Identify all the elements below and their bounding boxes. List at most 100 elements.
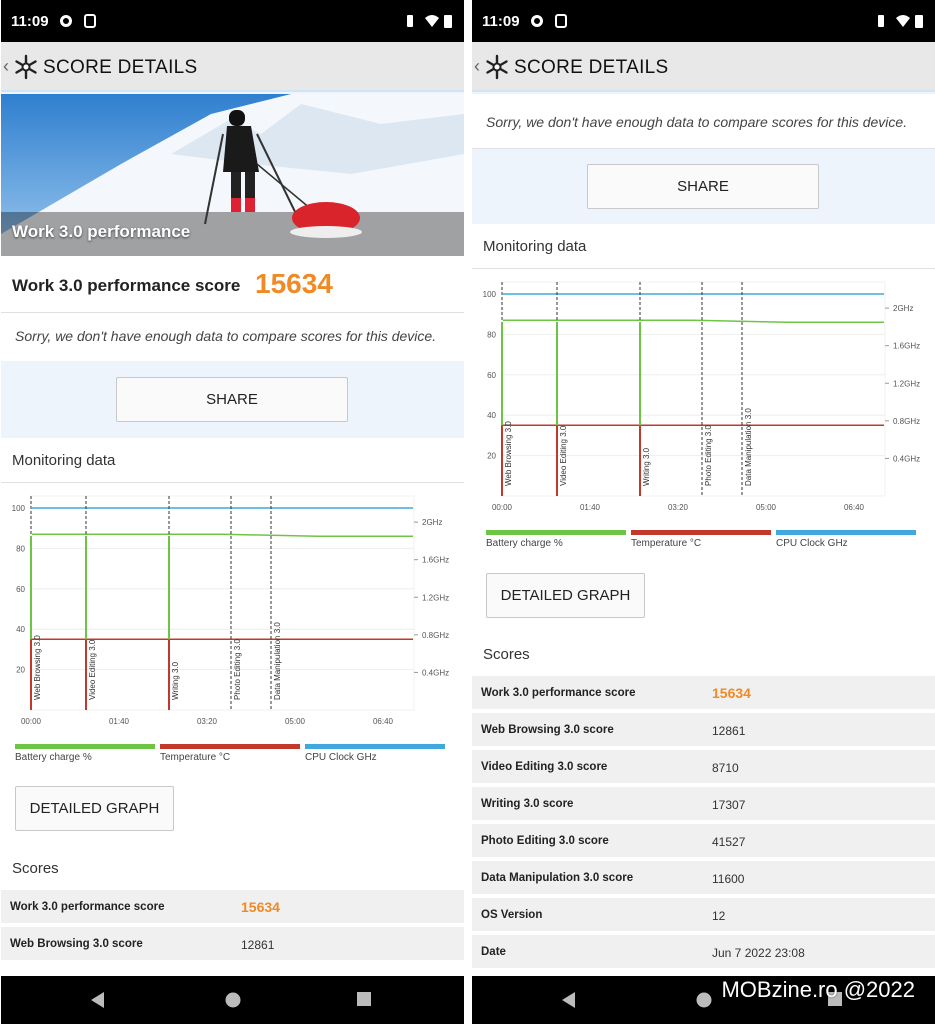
- wifi-icon: [896, 15, 910, 27]
- y-tick-label: 100: [12, 504, 26, 513]
- notification-icon: [84, 14, 96, 28]
- nav-back-icon[interactable]: [89, 991, 105, 1009]
- status-time: 11:09: [11, 13, 49, 30]
- compare-message: Sorry, we don't have enough data to comp…: [15, 328, 437, 344]
- right-tick-label: 0.8GHz: [893, 417, 920, 426]
- test-marker-label: Photo Editing 3.0: [233, 639, 242, 700]
- battery-icon: [915, 15, 923, 28]
- nav-back-icon[interactable]: [560, 991, 576, 1009]
- status-bar: 11:09: [1, 0, 464, 42]
- y-tick-label: 60: [16, 585, 25, 594]
- score-row-value: 12861: [241, 938, 275, 952]
- legend-swatch: [776, 530, 916, 535]
- hero-image: Work 3.0 performance: [1, 94, 464, 256]
- x-tick-label: 01:40: [109, 717, 130, 726]
- y-tick-label: 60: [487, 371, 496, 380]
- score-label: Work 3.0 performance score: [12, 276, 241, 295]
- legend-label: Battery charge %: [486, 538, 563, 549]
- right-tick-label: 0.4GHz: [893, 454, 920, 463]
- right-phone-screen: 11:09 ‹ SCORE DETAILS Sorry, we don't ha…: [472, 0, 935, 1024]
- left-phone-screen: 11:09 ‹ SCORE DETAILS Work 3.0 performan…: [1, 0, 464, 1024]
- legend-label: CPU Clock GHz: [776, 538, 848, 549]
- test-marker-label: Photo Editing 3.0: [704, 425, 713, 486]
- score-card: Work 3.0 performance score 15634: [1, 256, 464, 312]
- score-row: Web Browsing 3.0 score 12861: [1, 927, 464, 962]
- legend-label: Temperature °C: [631, 538, 702, 549]
- score-row-label: Date: [481, 946, 506, 958]
- right-tick-label: 2GHz: [893, 304, 913, 313]
- settings-icon: [531, 15, 543, 27]
- compare-card: Sorry, we don't have enough data to comp…: [472, 94, 935, 148]
- status-bar: 11:09: [472, 0, 935, 42]
- score-row-label: Data Manipulation 3.0 score: [481, 872, 634, 884]
- score-row: Photo Editing 3.0 score 41527: [472, 824, 935, 859]
- vibrate-icon: [878, 15, 884, 27]
- x-tick-label: 01:40: [580, 503, 601, 512]
- x-tick-label: 06:40: [373, 717, 394, 726]
- scroll-content[interactable]: Work 3.0 performance Work 3.0 performanc…: [1, 94, 464, 976]
- back-chevron-icon[interactable]: ‹: [3, 56, 9, 77]
- legend-label: Battery charge %: [15, 752, 92, 763]
- scroll-content[interactable]: Sorry, we don't have enough data to comp…: [472, 94, 935, 976]
- monitoring-card: Monitoring data Web Browsing 3.0 Video Ed…: [1, 438, 464, 976]
- settings-icon: [60, 15, 72, 27]
- nav-home-icon[interactable]: [695, 991, 713, 1009]
- share-button[interactable]: SHARE: [587, 164, 819, 209]
- nav-recents-icon[interactable]: [356, 991, 372, 1009]
- legend-label: Temperature °C: [160, 752, 231, 763]
- x-tick-label: 05:00: [756, 503, 777, 512]
- score-row-value: 15634: [712, 685, 751, 701]
- nav-home-icon[interactable]: [224, 991, 242, 1009]
- right-tick-label: 1.2GHz: [893, 379, 920, 388]
- score-value: 15634: [255, 268, 333, 299]
- right-tick-label: 2GHz: [422, 518, 442, 527]
- right-tick-label: 1.2GHz: [422, 593, 449, 602]
- test-marker-label: Web Browsing 3.0: [33, 635, 42, 700]
- y-tick-label: 80: [16, 544, 25, 553]
- score-row-label: OS Version: [481, 909, 543, 921]
- compare-message: Sorry, we don't have enough data to comp…: [486, 114, 908, 130]
- watermark: MOBzine.ro @2022: [721, 977, 915, 1002]
- notification-icon: [555, 14, 567, 28]
- score-row: Writing 3.0 score 17307: [472, 787, 935, 822]
- score-row: Date Jun 7 2022 23:08: [472, 935, 935, 970]
- test-marker-label: Data Manipulation 3.0: [744, 408, 753, 486]
- wifi-icon: [425, 15, 439, 27]
- right-tick-label: 1.6GHz: [422, 556, 449, 565]
- page-title: SCORE DETAILS: [514, 57, 669, 78]
- scores-title: Scores: [12, 860, 59, 877]
- score-row-label: Work 3.0 performance score: [481, 687, 636, 699]
- y-tick-label: 20: [487, 452, 496, 461]
- x-tick-label: 05:00: [285, 717, 306, 726]
- score-row-value: 8710: [712, 761, 739, 775]
- page-title: SCORE DETAILS: [43, 57, 198, 78]
- score-row: Video Editing 3.0 score 8710: [472, 750, 935, 785]
- monitoring-card: Monitoring data Web Browsing 3.0 Video Ed…: [472, 224, 935, 976]
- compare-card: Sorry, we don't have enough data to comp…: [1, 313, 464, 361]
- back-chevron-icon[interactable]: ‹: [474, 56, 480, 77]
- detailed-graph-button[interactable]: DETAILED GRAPH: [15, 786, 174, 831]
- score-row-value: 11600: [712, 872, 745, 886]
- score-row: Web Browsing 3.0 score 12861: [472, 713, 935, 748]
- snowflake-logo-icon: [15, 54, 37, 80]
- x-tick-label: 00:00: [492, 503, 513, 512]
- score-row-value: Jun 7 2022 23:08: [712, 946, 805, 960]
- legend-swatch: [305, 744, 445, 749]
- y-tick-label: 100: [483, 290, 497, 299]
- score-row-label: Work 3.0 performance score: [10, 901, 165, 913]
- detailed-graph-button[interactable]: DETAILED GRAPH: [486, 573, 645, 618]
- y-tick-label: 40: [487, 411, 496, 420]
- y-tick-label: 40: [16, 625, 25, 634]
- right-tick-label: 0.8GHz: [422, 631, 449, 640]
- app-bar: ‹ SCORE DETAILS: [1, 42, 464, 92]
- score-row-value: 17307: [712, 798, 746, 812]
- share-button[interactable]: SHARE: [116, 377, 348, 422]
- screenshot-divider: [464, 0, 472, 1024]
- test-marker-label: Web Browsing 3.0: [504, 421, 513, 486]
- scores-title: Scores: [483, 646, 530, 663]
- score-row-label: Photo Editing 3.0 score: [481, 835, 609, 847]
- monitoring-title: Monitoring data: [483, 238, 587, 255]
- test-marker-label: Writing 3.0: [171, 661, 180, 700]
- score-row-value: 15634: [241, 899, 280, 915]
- monitoring-chart: Web Browsing 3.0 Video Editing 3.0 Writing…: [12, 495, 449, 726]
